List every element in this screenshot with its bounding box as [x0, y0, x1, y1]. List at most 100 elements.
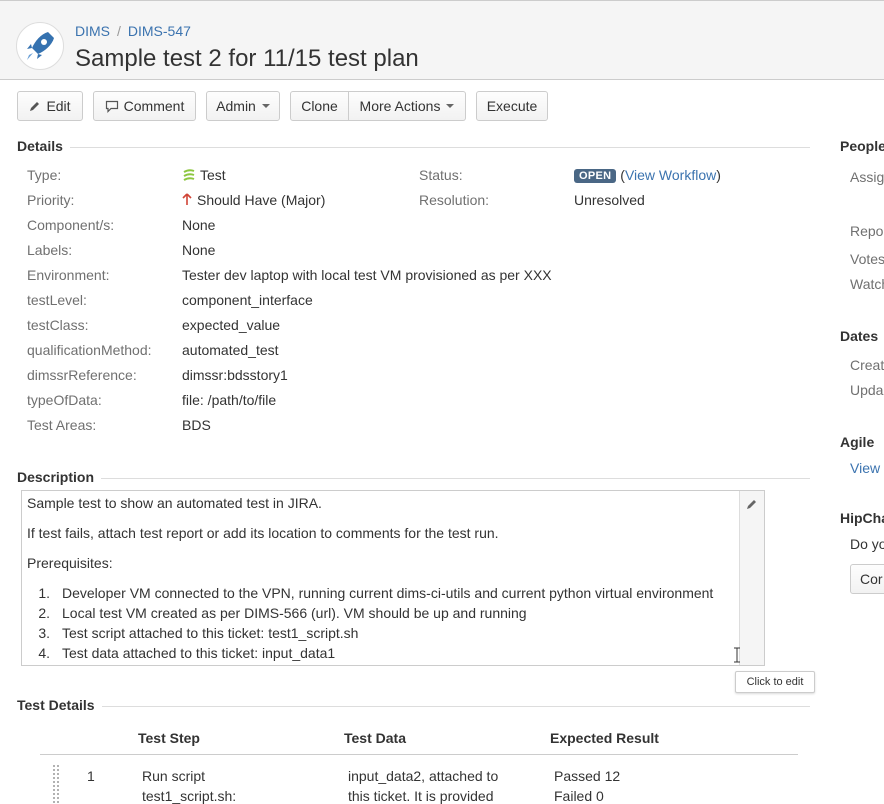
breadcrumb: DIMS / DIMS-547: [75, 23, 191, 39]
agile-view-link[interactable]: View: [850, 460, 880, 476]
description-paragraph: If test fails, attach test report or add…: [27, 525, 499, 541]
watchers-label: Watch: [850, 276, 884, 292]
dimssr-reference-value[interactable]: dimssr:bdsstory1: [182, 367, 288, 383]
clone-button-label: Clone: [301, 98, 338, 114]
list-item-text: Developer VM connected to the VPN, runni…: [62, 585, 714, 601]
list-item-text: Test script attached to this ticket: tes…: [62, 625, 359, 641]
breadcrumb-issue-link[interactable]: DIMS-547: [128, 23, 191, 39]
votes-label: Votes: [850, 251, 884, 267]
section-divider: [101, 478, 810, 479]
pencil-icon[interactable]: [746, 497, 758, 513]
hipchat-text: Do yo: [850, 536, 884, 552]
test-data-cell[interactable]: input_data2, attached to: [348, 768, 498, 784]
list-item-text: Test data attached to this ticket: input…: [62, 645, 336, 661]
description-heading[interactable]: Description: [17, 469, 94, 485]
admin-dropdown-label: Admin: [216, 98, 256, 114]
test-areas-label: Test Areas:: [27, 417, 97, 433]
type-of-data-value[interactable]: file: /path/to/file: [182, 392, 276, 408]
arrow-up-icon: [182, 193, 192, 209]
dates-heading[interactable]: Dates: [840, 328, 878, 344]
chevron-down-icon: [261, 104, 270, 109]
components-label: Component/s:: [27, 217, 115, 233]
reporter-label: Repo: [850, 223, 884, 239]
admin-dropdown[interactable]: Admin: [206, 91, 280, 121]
paren-close: ): [716, 167, 721, 183]
agile-heading[interactable]: Agile: [840, 434, 874, 450]
execute-button-label: Execute: [486, 98, 538, 114]
test-details-heading[interactable]: Test Details: [17, 697, 95, 713]
click-to-edit-tooltip: Click to edit: [735, 671, 815, 693]
priority-value-text: Should Have (Major): [197, 192, 326, 208]
text-cursor-icon: [733, 647, 741, 666]
section-divider: [70, 147, 810, 148]
details-heading[interactable]: Details: [17, 138, 63, 154]
status-value: OPEN (View Workflow): [574, 167, 721, 183]
hipchat-heading[interactable]: HipCha: [840, 510, 884, 526]
clone-button[interactable]: Clone: [290, 91, 349, 121]
people-heading[interactable]: People: [840, 138, 884, 154]
labels-value[interactable]: None: [182, 242, 215, 258]
column-header-expected-result: Expected Result: [550, 730, 659, 746]
list-item: 1. Developer VM connected to the VPN, run…: [38, 585, 714, 601]
status-badge: OPEN: [574, 169, 617, 183]
description-field[interactable]: Sample test to show an automated test in…: [21, 490, 765, 666]
priority-label: Priority:: [27, 192, 75, 208]
comment-button-label: Comment: [123, 98, 185, 114]
view-workflow-link[interactable]: View Workflow: [625, 167, 716, 183]
pencil-icon: [29, 93, 41, 121]
environment-label: Environment:: [27, 267, 110, 283]
hipchat-button[interactable]: Cor: [850, 564, 884, 594]
more-actions-label: More Actions: [359, 98, 441, 114]
breadcrumb-project-link[interactable]: DIMS: [75, 23, 110, 39]
resolution-label: Resolution:: [419, 192, 490, 208]
test-type-icon: [182, 168, 196, 185]
column-header-test-step: Test Step: [138, 730, 200, 746]
environment-value[interactable]: Tester dev laptop with local test VM pro…: [182, 267, 552, 283]
issue-title[interactable]: Sample test 2 for 11/15 test plan: [75, 45, 419, 73]
section-divider: [102, 706, 810, 707]
description-paragraph: Sample test to show an automated test in…: [27, 495, 322, 511]
expected-result-cell[interactable]: Passed 12: [554, 768, 620, 784]
list-item: 4. Test data attached to this ticket: inp…: [38, 645, 336, 661]
comment-button[interactable]: Comment: [93, 91, 196, 121]
step-number: 1: [87, 768, 95, 784]
description-paragraph: Prerequisites:: [27, 555, 113, 571]
priority-value: Should Have (Major): [182, 192, 325, 209]
testclass-value[interactable]: expected_value: [182, 317, 280, 333]
testlevel-label: testLevel:: [27, 292, 87, 308]
column-header-test-data: Test Data: [344, 730, 406, 746]
qualification-method-label: qualificationMethod:: [27, 342, 152, 358]
dimssr-reference-label: dimssrReference:: [27, 367, 137, 383]
components-value[interactable]: None: [182, 217, 215, 233]
project-rocket-icon[interactable]: [16, 22, 64, 70]
testclass-label: testClass:: [27, 317, 89, 333]
type-value-text: Test: [200, 167, 226, 183]
qualification-method-value[interactable]: automated_test: [182, 342, 279, 358]
drag-handle-icon[interactable]: [52, 764, 60, 804]
inline-edit-bar[interactable]: [739, 491, 764, 665]
edit-button[interactable]: Edit: [17, 91, 83, 121]
test-areas-value[interactable]: BDS: [182, 417, 211, 433]
chevron-down-icon: [446, 104, 455, 109]
more-actions-dropdown[interactable]: More Actions: [349, 91, 466, 121]
test-step-cell[interactable]: Run script: [142, 768, 205, 784]
breadcrumb-separator: /: [117, 23, 121, 39]
assignee-label: Assig: [850, 169, 884, 185]
comment-icon: [105, 94, 119, 122]
table-header-divider: [40, 754, 798, 755]
resolution-value: Unresolved: [574, 192, 645, 208]
edit-button-label: Edit: [46, 98, 71, 114]
testlevel-value[interactable]: component_interface: [182, 292, 313, 308]
execute-button[interactable]: Execute: [476, 91, 548, 121]
issue-header: DIMS / DIMS-547 Sample test 2 for 11/15 te…: [0, 0, 884, 80]
type-of-data-label: typeOfData:: [27, 392, 102, 408]
status-label: Status:: [419, 167, 463, 183]
updated-label: Upda: [850, 382, 884, 398]
type-label: Type:: [27, 167, 62, 183]
created-label: Creat: [850, 357, 884, 373]
labels-label: Labels:: [27, 242, 73, 258]
list-item: 2. Local test VM created as per DIMS-566 …: [38, 605, 527, 621]
list-item: 3. Test script attached to this ticket: t…: [38, 625, 359, 641]
list-item-text: Local test VM created as per DIMS-566 (u…: [62, 605, 527, 621]
type-value: Test: [182, 167, 226, 185]
